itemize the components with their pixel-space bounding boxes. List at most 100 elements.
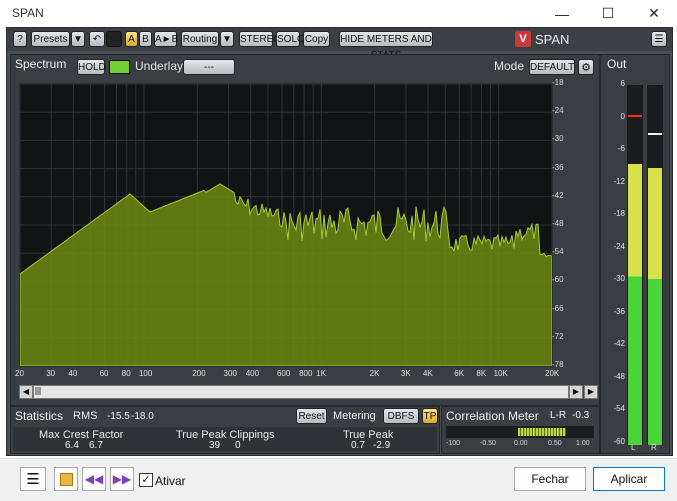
close-button[interactable]: ✕ [631,0,677,27]
db-tick-label: -36 [552,162,564,172]
right-peak-marker [648,133,662,135]
presets-button[interactable]: Presets [31,31,70,47]
solo-button[interactable]: SOLO [276,31,305,47]
freq-tick-label: 300 [223,369,237,378]
true-peak-clippings-label: True Peak Clippings [176,429,275,441]
minimize-button[interactable]: — [539,0,585,27]
freq-tick-label: 100 [138,369,153,378]
freq-tick-label: 30 [46,369,56,378]
voxengo-logo-icon: V [515,31,531,47]
reset-button[interactable]: Reset [296,408,327,424]
stop-icon[interactable] [54,467,78,491]
spectrum-curve [19,183,553,367]
freq-tick-label: 40 [68,369,78,378]
tp-left-value: 0.7 [351,440,365,451]
metering-select[interactable]: DBFS [383,408,419,424]
scroll-end-icon[interactable]: ▶ [584,385,598,399]
freq-tick-label: 4K [423,369,433,378]
mode-select[interactable]: DEFAULT [529,59,575,75]
db-tick-label: -30 [552,134,564,144]
spectrum-tab[interactable]: Spectrum [15,57,66,71]
hold-led-icon[interactable] [109,60,130,74]
out-scale-label: -18 [613,209,625,218]
menu-button[interactable]: ☰ [651,31,667,47]
true-peak-toggle[interactable]: TP [422,408,438,424]
help-button[interactable]: ? [13,31,27,47]
underlay-select[interactable]: --- [183,59,235,75]
rms-label: RMS [73,410,98,422]
aplicar-button[interactable]: Aplicar [593,467,665,491]
freq-tick-label: 20K [545,369,560,378]
scroll-thumb[interactable] [35,387,41,395]
crest-left-value: 6.4 [65,440,79,451]
logo-text: SPAN [535,31,570,47]
ab-a-button[interactable]: A [125,31,138,47]
out-scale-label: -12 [613,176,625,186]
out-scale-label: -30 [613,274,625,283]
scroll-track[interactable] [33,385,569,399]
freq-tick-label: 60 [99,369,109,378]
ativar-label: Ativar [155,474,186,488]
freq-tick-label: 400 [245,369,260,378]
lr-label[interactable]: L-R [550,410,566,421]
right-meter [647,85,663,445]
freq-tick-label: 600 [276,369,291,378]
ab-b-button[interactable]: B [139,31,152,47]
routing-button[interactable]: Routing [181,31,219,47]
rms-left-value: -15.5 [107,411,130,422]
spectrum-plot [19,83,553,367]
out-scale-label: -6 [617,144,625,153]
presets-dropdown[interactable]: ▼ [71,31,85,47]
scroll-right-icon[interactable]: ▶ [569,385,583,399]
freq-tick-label: 8K [476,369,487,378]
db-tick-label: -48 [552,219,564,228]
out-scale-label: 6 [620,79,625,88]
ativar-checkbox[interactable]: ✓ [139,473,153,487]
correlation-tick-label: 0.50 [548,440,562,447]
db-tick-label: -42 [552,190,564,200]
db-tick-label: -66 [552,303,564,313]
underlay-label: Underlay [135,59,184,73]
left-channel-label: L [631,443,636,452]
freq-tick-label: 200 [192,369,206,378]
rewind-icon[interactable]: ◀◀ [82,467,106,491]
out-tab: Out [607,57,627,71]
correlation-tick-label: 1.00 [576,440,590,447]
db-scale: -18 -24 -30 -36 -42 -48 -54 -60 -66 -72 -78 [552,78,567,369]
metering-label: Metering [333,410,376,422]
db-tick-label: -24 [552,106,564,116]
copy-button[interactable]: Copy [303,31,330,47]
undo-button[interactable]: ↶ [89,31,105,47]
hide-meters-button[interactable]: HIDE METERS AND STATS [339,31,433,61]
db-tick-label: -78 [552,360,564,369]
ab-copy-button[interactable]: A►B [154,31,178,47]
mode-label: Mode [494,59,525,73]
spectrum-panel: Spectrum HOLD Underlay --- Mode DEFAULT … [10,54,600,406]
scroll-left-icon[interactable]: ◀ [19,385,33,399]
stereo-button[interactable]: STEREO [239,31,281,47]
forward-icon[interactable]: ▶▶ [110,467,134,491]
correlation-tick-label: -0.50 [480,440,496,447]
out-scale-label: -60 [613,436,625,446]
hold-button[interactable]: HOLD [77,59,106,75]
out-scale-label: -48 [613,371,625,381]
right-channel-label: R [651,443,657,452]
correlation-meter-panel: Correlation Meter L-R -0.3 -100 -0.50 0.00… [441,406,600,454]
frequency-scrollbar[interactable]: ◀ ▶ ▶ [19,384,598,399]
freq-tick-label: 6K [454,369,465,378]
correlation-scale: -100 -0.50 0.00 0.50 1.00 [446,440,594,450]
frequency-scale: 20 30 40 60 80 100 200 300 400 600 800 1K 2K 3K 4K 6K 8K… [15,369,564,381]
list-icon[interactable]: ☰ [20,467,46,491]
redo-button[interactable] [106,31,122,47]
db-tick-label: -72 [552,331,564,341]
freq-tick-label: 20 [15,369,24,378]
rms-right-value: -18.0 [131,411,154,422]
fechar-button[interactable]: Fechar [514,467,586,491]
crest-factor-label: Max Crest Factor [39,429,124,441]
settings-gear-icon[interactable]: ⚙ [578,59,594,75]
routing-dropdown[interactable]: ▼ [220,31,234,47]
freq-tick-label: 1K [316,369,327,378]
maximize-button[interactable]: ☐ [585,0,631,27]
correlation-level [518,428,566,436]
stats-values-area: Max Crest Factor 6.4 6.7 True Peak Clipp… [13,427,437,451]
